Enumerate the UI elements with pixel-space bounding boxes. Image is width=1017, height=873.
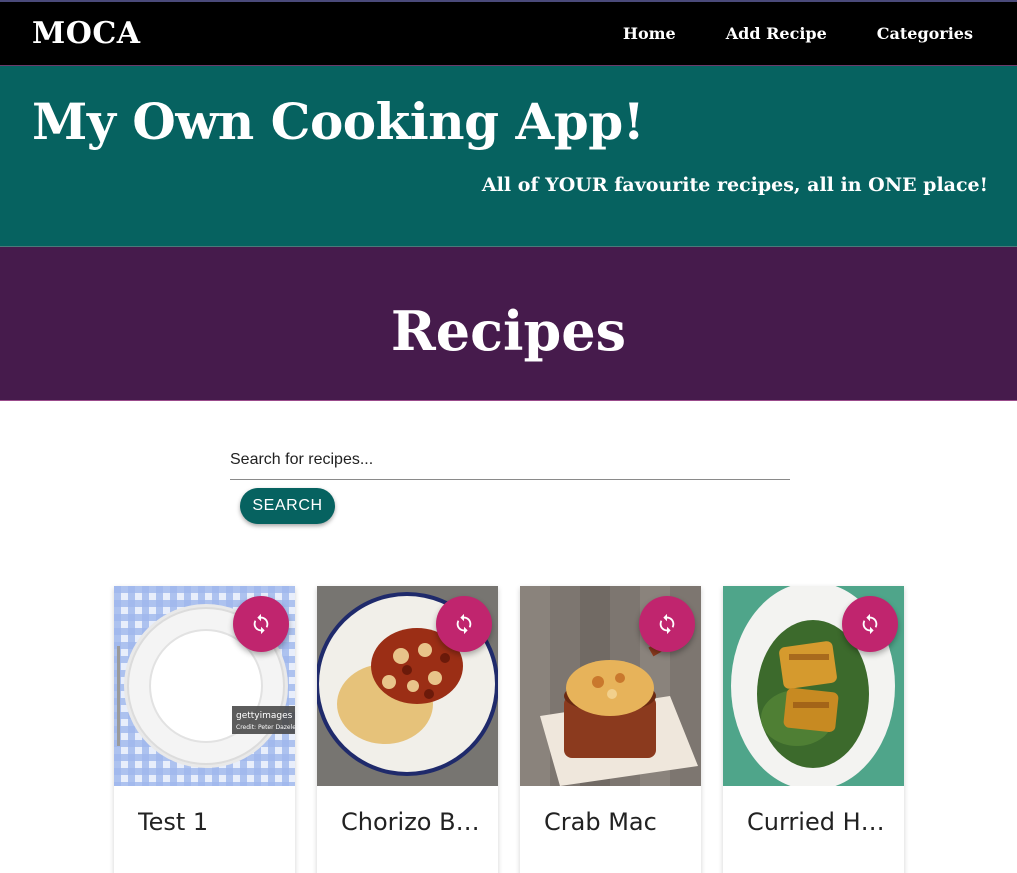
brand-logo[interactable]: MOCA <box>32 16 141 51</box>
svg-text:Credit: Peter Dazeley: Credit: Peter Dazeley <box>236 724 295 731</box>
refresh-icon <box>456 613 472 635</box>
refresh-icon <box>659 613 675 635</box>
search-input[interactable] <box>230 440 790 480</box>
recipe-card-title[interactable]: Test 1 <box>138 808 278 836</box>
recipe-image-curried-fish[interactable] <box>723 586 904 786</box>
refresh-icon <box>253 613 269 635</box>
recipe-card[interactable]: Curried Halibut <box>723 586 904 873</box>
refresh-button[interactable] <box>842 596 898 652</box>
search-form: SEARCH <box>230 440 790 524</box>
recipe-card[interactable]: Chorizo Beans <box>317 586 498 873</box>
nav-link-categories[interactable]: Categories <box>877 24 973 43</box>
recipe-image-crab-mac[interactable] <box>520 586 701 786</box>
recipe-card-grid: gettyimages Credit: Peter Dazeley Test 1 <box>114 586 904 873</box>
recipe-card[interactable]: Crab Mac <box>520 586 701 873</box>
recipe-card[interactable]: gettyimages Credit: Peter Dazeley Test 1 <box>114 586 295 873</box>
hero-subtitle: All of YOUR favourite recipes, all in ON… <box>481 174 988 196</box>
recipe-card-title[interactable]: Crab Mac <box>544 808 684 836</box>
refresh-icon <box>862 613 878 635</box>
recipe-image-chorizo[interactable] <box>317 586 498 786</box>
refresh-button[interactable] <box>436 596 492 652</box>
recipe-card-title[interactable]: Chorizo Beans <box>341 808 481 836</box>
top-navbar: MOCA Home Add Recipe Categories <box>0 0 1017 66</box>
recipes-banner: Recipes <box>0 247 1017 401</box>
hero-title: My Own Cooking App! <box>32 92 645 151</box>
nav-links: Home Add Recipe Categories <box>623 24 973 43</box>
nav-link-home[interactable]: Home <box>623 24 676 43</box>
hero-banner: My Own Cooking App! All of YOUR favourit… <box>0 66 1017 247</box>
refresh-button[interactable] <box>233 596 289 652</box>
nav-link-add-recipe[interactable]: Add Recipe <box>726 24 827 43</box>
recipes-heading: Recipes <box>390 299 627 363</box>
recipe-image-plate[interactable]: gettyimages Credit: Peter Dazeley <box>114 586 295 786</box>
search-button[interactable]: SEARCH <box>240 488 335 524</box>
svg-text:gettyimages: gettyimages <box>236 711 293 721</box>
recipe-card-title[interactable]: Curried Halibut <box>747 808 887 836</box>
refresh-button[interactable] <box>639 596 695 652</box>
